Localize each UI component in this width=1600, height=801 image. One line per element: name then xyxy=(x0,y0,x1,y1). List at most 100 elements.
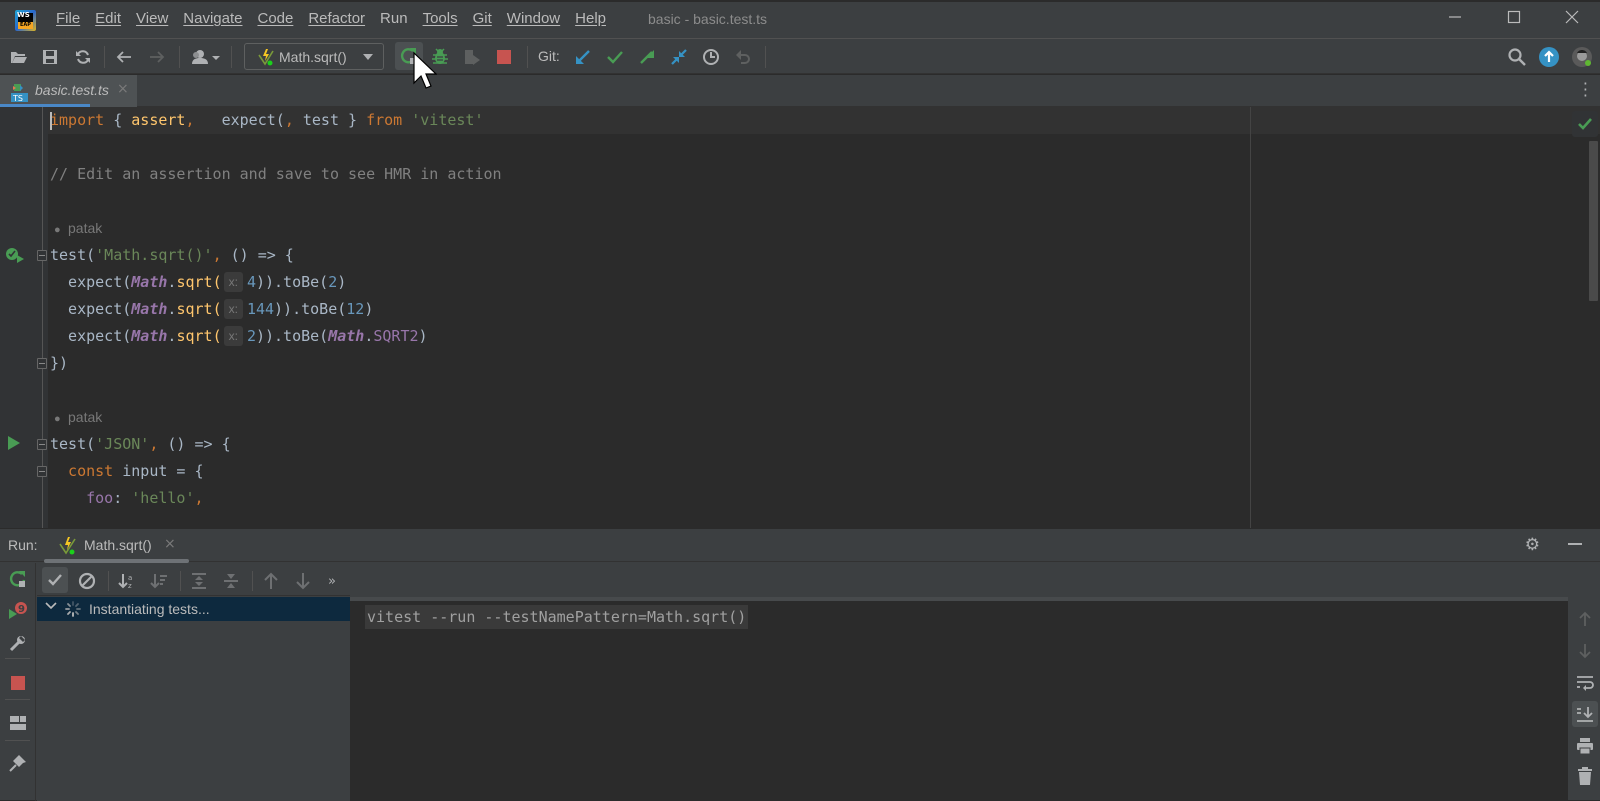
menu-navigate[interactable]: Navigate xyxy=(183,10,242,27)
forward-button[interactable] xyxy=(147,47,167,67)
more-actions-icon[interactable]: · · · xyxy=(1583,76,1588,104)
arrow-down-icon xyxy=(1579,644,1591,659)
settings-gear-icon[interactable]: ⚙ xyxy=(1525,535,1540,555)
sort-by-duration-button[interactable] xyxy=(147,569,171,593)
open-button[interactable] xyxy=(9,47,29,67)
fold-marker[interactable] xyxy=(37,250,47,261)
separator xyxy=(527,46,528,68)
save-button[interactable] xyxy=(40,47,60,67)
vcs-user-dropdown[interactable] xyxy=(190,47,222,67)
menu-code[interactable]: Code xyxy=(257,10,293,27)
fold-marker[interactable] xyxy=(37,466,47,477)
tab-basic-test-ts[interactable]: TS basic.test.ts × xyxy=(0,75,137,108)
maximize-button[interactable] xyxy=(1502,8,1526,32)
soft-wrap-button[interactable] xyxy=(1573,671,1597,695)
collapse-all-button[interactable] xyxy=(219,569,243,593)
rerun-button[interactable] xyxy=(395,42,423,70)
menu-run[interactable]: Run xyxy=(380,10,408,27)
show-history-button[interactable] xyxy=(701,47,721,67)
sort-alphabetically-button[interactable]: az xyxy=(115,569,139,593)
scroll-to-end-button[interactable] xyxy=(1572,701,1598,727)
code-editor[interactable]: import { assert, expect(, test } from 'v… xyxy=(0,107,1600,528)
search-everywhere-button[interactable] xyxy=(1507,47,1527,67)
chevron-down-icon[interactable] xyxy=(45,601,57,614)
menu-git[interactable]: Git xyxy=(473,10,492,27)
expand-all-button[interactable] xyxy=(187,569,211,593)
show-passed-toggle[interactable] xyxy=(42,567,68,593)
previous-failed-button[interactable] xyxy=(259,569,283,593)
rerun-test-gutter-icon[interactable] xyxy=(5,246,25,264)
show-ignored-toggle[interactable] xyxy=(75,569,99,593)
minimize-button[interactable] xyxy=(1443,8,1467,32)
rerun-failed-button[interactable]: 9 xyxy=(8,601,28,621)
code-line-10: }) xyxy=(50,354,69,372)
rerun-failed-icon: 9 xyxy=(9,602,27,619)
synchronize-button[interactable] xyxy=(73,47,93,67)
loading-spinner-icon xyxy=(65,601,81,617)
editor-scrollbar[interactable] xyxy=(1589,141,1598,301)
git-commit-button[interactable] xyxy=(605,47,625,67)
inspection-status[interactable] xyxy=(1572,111,1598,137)
webstorm-logo: WS EAP xyxy=(15,10,36,31)
back-button[interactable] xyxy=(114,47,134,67)
up-stack-frame-button[interactable] xyxy=(1573,607,1597,631)
author-inlay[interactable]: ● patak xyxy=(54,218,102,238)
menu-help[interactable]: Help xyxy=(575,10,606,27)
rollback-button[interactable] xyxy=(733,47,753,67)
print-button[interactable] xyxy=(1573,734,1597,758)
arrow-up-icon xyxy=(264,572,278,589)
clear-all-button[interactable] xyxy=(1573,764,1597,788)
git-push-button[interactable] xyxy=(637,47,657,67)
coverage-icon xyxy=(465,50,480,65)
text-caret xyxy=(50,112,52,130)
close-tab-icon[interactable]: × xyxy=(117,81,129,97)
next-failed-button[interactable] xyxy=(291,569,315,593)
author-inlay[interactable]: ● patak xyxy=(54,407,102,427)
sort-duration-icon xyxy=(150,574,167,589)
tree-row-instantiating[interactable]: Instantiating tests... xyxy=(37,597,350,621)
menu-window[interactable]: Window xyxy=(507,10,560,27)
fold-marker[interactable] xyxy=(37,358,47,369)
rerun-button[interactable] xyxy=(8,569,28,589)
stop-button[interactable] xyxy=(8,673,28,693)
typescript-test-file-icon: TS xyxy=(11,83,28,103)
menu-edit[interactable]: Edit xyxy=(95,10,121,27)
run-configuration-select[interactable]: Math.sqrt() xyxy=(244,43,384,70)
menu-bar: File Edit View Navigate Code Refactor Ru… xyxy=(56,10,621,27)
close-tab-icon[interactable]: × xyxy=(164,536,176,552)
menu-tools[interactable]: Tools xyxy=(423,10,458,27)
fold-marker[interactable] xyxy=(37,439,47,450)
git-compare-button[interactable] xyxy=(669,47,689,67)
hide-panel-icon[interactable] xyxy=(1568,543,1582,545)
menu-view[interactable]: View xyxy=(136,10,168,27)
separator xyxy=(765,46,766,68)
menu-file[interactable]: File xyxy=(56,10,80,27)
run-test-gutter-icon[interactable] xyxy=(5,434,25,452)
git-update-button[interactable] xyxy=(573,47,593,67)
toggle-auto-test-button[interactable] xyxy=(8,633,28,653)
stop-button[interactable] xyxy=(494,47,514,67)
close-window-button[interactable] xyxy=(1560,8,1584,32)
ide-update-button[interactable] xyxy=(1539,47,1559,67)
debug-button[interactable] xyxy=(430,47,450,67)
arrow-down-icon xyxy=(296,573,310,590)
code-line-15: foo: 'hello', xyxy=(50,489,204,507)
menu-refactor[interactable]: Refactor xyxy=(308,10,365,27)
restore-layout-button[interactable] xyxy=(8,713,28,733)
avatar[interactable] xyxy=(1572,47,1592,67)
arrow-up-icon xyxy=(1579,611,1591,626)
soft-wrap-icon xyxy=(1577,676,1594,691)
code-line-7: expect(Math.sqrt(x: 4)).toBe(2) xyxy=(50,272,347,292)
test-results-tree[interactable]: Instantiating tests... xyxy=(37,597,350,801)
pin-tab-button[interactable] xyxy=(8,753,28,773)
rerun-icon xyxy=(400,48,417,64)
more-toolbar-button[interactable]: » xyxy=(320,569,344,593)
back-icon xyxy=(116,51,131,63)
parameter-hint: x: xyxy=(223,272,243,292)
console-output[interactable]: vitest --run --testNamePattern=Math.sqrt… xyxy=(350,597,1568,801)
down-stack-frame-button[interactable] xyxy=(1573,639,1597,663)
git-push-icon xyxy=(640,50,654,64)
console-command-line: vitest --run --testNamePattern=Math.sqrt… xyxy=(365,605,749,629)
run-tab-math-sqrt[interactable]: Math.sqrt() × xyxy=(44,529,189,563)
run-with-coverage-button[interactable] xyxy=(462,47,482,67)
